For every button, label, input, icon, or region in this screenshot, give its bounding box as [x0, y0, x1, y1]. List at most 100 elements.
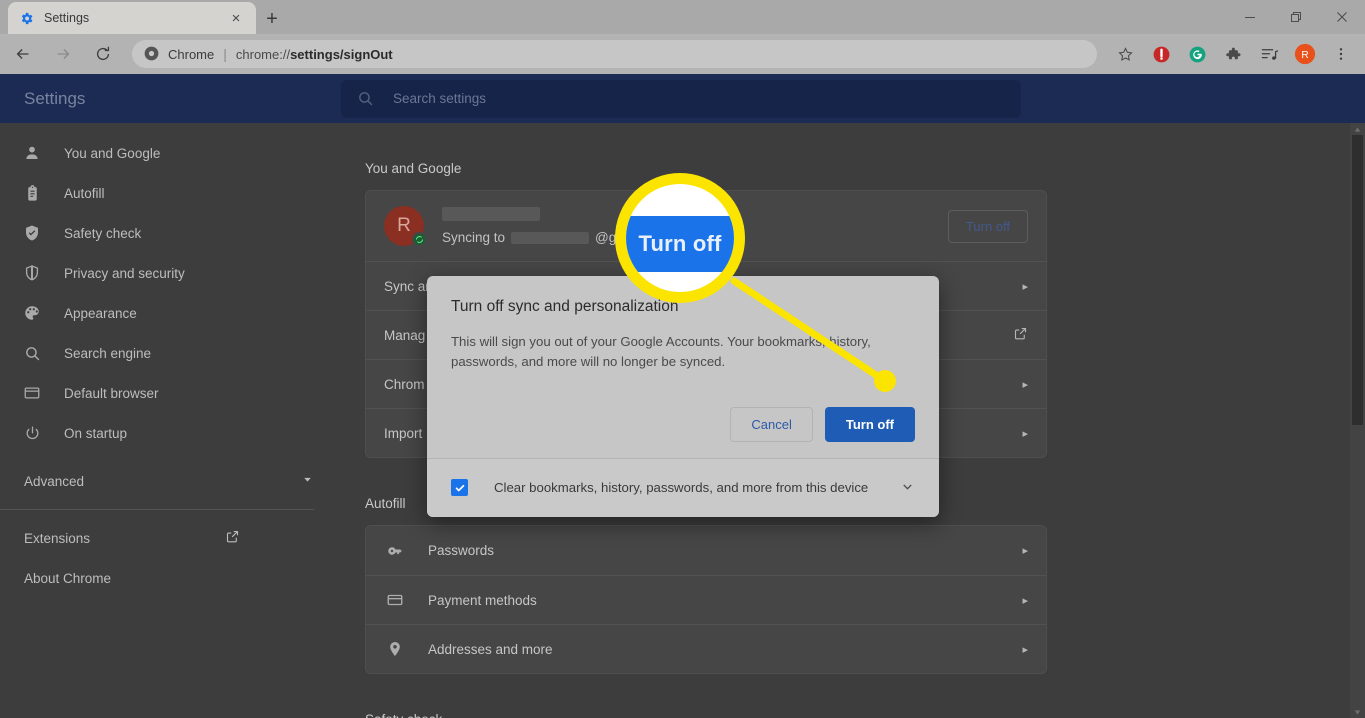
sidebar-item-extensions[interactable]: Extensions [0, 518, 340, 558]
section-title-safety-check: Safety check [365, 712, 1365, 718]
search-placeholder: Search settings [393, 91, 487, 106]
sidebar-item-label: About Chrome [24, 570, 112, 586]
sidebar-item-label: On startup [64, 425, 128, 441]
scroll-down-arrow-icon[interactable] [1350, 706, 1365, 718]
external-link-icon [225, 529, 240, 547]
browser-window-icon [22, 383, 42, 403]
sidebar-item-about-chrome[interactable]: About Chrome [0, 558, 340, 598]
address-bar[interactable]: Chrome | chrome://settings/signOut [132, 40, 1097, 68]
search-icon [357, 90, 375, 108]
extensions-puzzle-icon[interactable] [1218, 39, 1248, 69]
magnifier-content: Turn off [626, 184, 734, 292]
toolbar-icon-group: R [1107, 39, 1365, 69]
close-icon[interactable]: × [226, 8, 246, 28]
account-email-redacted [511, 231, 590, 244]
star-icon[interactable] [1110, 39, 1140, 69]
syncing-prefix: Syncing to [442, 230, 506, 245]
sidebar-item-label: Extensions [24, 530, 91, 546]
dialog-footer: Clear bookmarks, history, passwords, and… [427, 457, 939, 517]
sidebar-item-label: Privacy and security [64, 265, 185, 281]
turn-off-confirm-button[interactable]: Turn off [824, 406, 915, 442]
window-controls [1227, 0, 1365, 34]
settings-header: Settings Search settings [0, 74, 1365, 123]
clear-data-checkbox[interactable] [451, 479, 468, 497]
account-name-redacted [442, 207, 540, 221]
chrome-menu-icon[interactable] [1326, 39, 1356, 69]
browser-tab-settings[interactable]: Settings × [8, 2, 256, 34]
sidebar-item-label: You and Google [64, 145, 161, 161]
restore-icon[interactable] [1273, 0, 1319, 34]
new-tab-button[interactable]: + [258, 5, 286, 33]
close-window-icon[interactable] [1319, 0, 1365, 34]
reading-list-icon[interactable] [1254, 39, 1284, 69]
chevron-right-icon: ▸ [1022, 280, 1028, 293]
reload-icon[interactable] [86, 37, 120, 71]
chrome-icon [144, 46, 160, 62]
browser-tab-strip: Settings × + [0, 0, 1365, 34]
tab-title: Settings [44, 11, 90, 25]
magnifier-callout: Turn off [615, 173, 745, 303]
sidebar-item-label: Advanced [24, 473, 85, 489]
sidebar-item-label: Default browser [64, 385, 159, 401]
omnibox-separator: | [223, 46, 227, 62]
browser-toolbar: Chrome | chrome://settings/signOut R [0, 34, 1365, 74]
shield-check-icon [22, 223, 42, 243]
dialog-actions: Cancel Turn off [427, 389, 939, 458]
sidebar-item-autofill[interactable]: Autofill [0, 173, 340, 213]
autofill-card: Passwords ▸ Payment methods ▸ Addresses … [365, 525, 1047, 674]
clipboard-icon [22, 183, 42, 203]
back-icon[interactable] [6, 37, 40, 71]
cancel-button[interactable]: Cancel [730, 406, 813, 442]
shield-icon [22, 263, 42, 283]
chevron-down-icon[interactable] [900, 479, 915, 497]
content-scrollbar[interactable] [1350, 123, 1365, 718]
url-prefix: chrome:// [235, 46, 291, 62]
chevron-right-icon: ▸ [1022, 643, 1028, 656]
grammarly-icon[interactable] [1182, 39, 1212, 69]
sidebar-item-label: Appearance [64, 305, 137, 321]
svg-text:R: R [1301, 50, 1308, 61]
sidebar-item-advanced[interactable]: Advanced [0, 461, 340, 501]
forward-icon[interactable] [46, 37, 80, 71]
omnibox-url: chrome://settings/signOut [236, 47, 393, 62]
external-link-icon [1013, 326, 1028, 344]
row-label: Passwords [428, 543, 495, 558]
row-label: Payment methods [428, 592, 537, 608]
url-path: settings/signOut [290, 46, 393, 62]
gear-icon [18, 10, 34, 26]
dialog-description: This will sign you out of your Google Ac… [451, 334, 871, 370]
person-icon [22, 143, 42, 163]
chevron-right-icon: ▸ [1022, 594, 1028, 607]
row-label: Addresses and more [428, 641, 553, 657]
sidebar-item-privacy-and-security[interactable]: Privacy and security [0, 253, 340, 293]
sidebar-item-you-and-google[interactable]: You and Google [0, 133, 340, 173]
sidebar-divider [0, 509, 314, 510]
key-icon [384, 540, 406, 562]
scrollbar-thumb[interactable] [1352, 135, 1363, 425]
omnibox-scheme-label: Chrome [168, 46, 215, 62]
scroll-up-arrow-icon[interactable] [1350, 123, 1365, 135]
turn-off-sync-button[interactable]: Turn off [947, 209, 1028, 243]
minimize-icon[interactable] [1227, 0, 1273, 34]
palette-icon [22, 303, 42, 323]
chevron-right-icon: ▸ [1022, 545, 1028, 557]
chevron-down-icon [301, 473, 314, 489]
row-passwords[interactable]: Passwords ▸ [366, 526, 1046, 575]
power-icon [22, 423, 42, 443]
profile-avatar-icon[interactable]: R [1290, 39, 1320, 69]
row-addresses-and-more[interactable]: Addresses and more ▸ [366, 624, 1046, 673]
row-payment-methods[interactable]: Payment methods ▸ [366, 575, 1046, 624]
adblock-icon[interactable] [1146, 39, 1176, 69]
location-pin-icon [384, 638, 406, 660]
search-settings-input[interactable]: Search settings [341, 79, 1021, 118]
section-title-you-and-google: You and Google [365, 161, 462, 176]
magnified-button-label: Turn off [638, 231, 722, 256]
sidebar-item-safety-check[interactable]: Safety check [0, 213, 340, 253]
sidebar-item-search-engine[interactable]: Search engine [0, 333, 340, 373]
sidebar-item-on-startup[interactable]: On startup [0, 413, 340, 453]
sidebar-item-default-browser[interactable]: Default browser [0, 373, 340, 413]
magnified-turn-off-button: Turn off [626, 216, 734, 272]
credit-card-icon [384, 589, 406, 611]
sidebar-item-appearance[interactable]: Appearance [0, 293, 340, 333]
turn-off-sync-dialog: Turn off sync and personalization This w… [427, 276, 939, 517]
